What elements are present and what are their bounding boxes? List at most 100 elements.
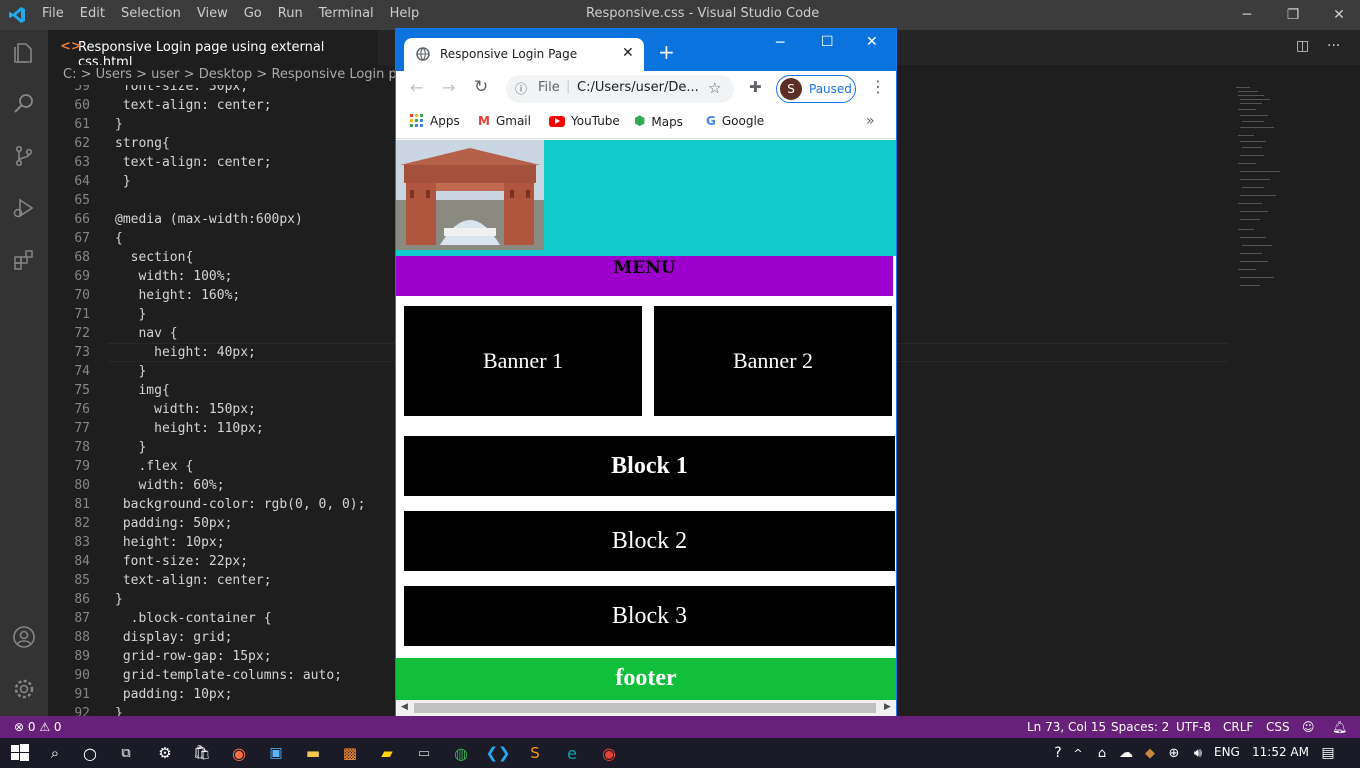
cursor-position[interactable]: Ln 73, Col 15 [1027, 720, 1106, 734]
close-icon[interactable]: ✕ [1316, 0, 1360, 30]
edge-icon[interactable]: e [562, 743, 582, 763]
tray-app-icon[interactable]: ◆ [1140, 743, 1160, 763]
profile-button[interactable]: S Paused [776, 75, 856, 103]
bookmark-label: Apps [430, 114, 460, 128]
chrome-tab[interactable]: Responsive Login Page ✕ [404, 38, 644, 71]
problems-count[interactable]: ⊗ 0 ⚠ 0 [14, 720, 62, 734]
menu-view[interactable]: View [197, 6, 236, 21]
address-bar[interactable]: ⓘ File | C:/Users/user/De... ☆ [506, 75, 734, 103]
block-3: Block 3 [404, 586, 895, 646]
menu-go[interactable]: Go [244, 6, 270, 21]
line-number: 76 [74, 402, 90, 417]
bookmark-youtube[interactable]: YouTube [549, 114, 620, 128]
scroll-right-icon[interactable]: ▶ [884, 702, 891, 712]
split-editor-icon[interactable]: ◫ [1296, 38, 1309, 54]
tray-chevron-icon[interactable]: ^ [1068, 743, 1088, 763]
chrome-menu-icon[interactable]: ⋮ [870, 77, 886, 96]
settings-gear-icon[interactable] [12, 677, 36, 701]
file-explorer-icon[interactable]: ▬ [303, 743, 323, 763]
more-actions-icon[interactable]: ··· [1327, 38, 1340, 54]
youtube-icon [549, 115, 565, 127]
tab-html-file[interactable]: <> Responsive Login page using external … [48, 30, 378, 70]
input-language[interactable]: ENG [1214, 745, 1240, 759]
code-line: width: 100%; [115, 269, 233, 284]
address-scheme: File [538, 80, 560, 95]
sticky-notes-icon[interactable]: ▰ [377, 743, 397, 763]
line-number: 82 [74, 516, 90, 531]
menu-help[interactable]: Help [390, 6, 428, 21]
info-icon[interactable]: ⓘ [515, 80, 527, 97]
bookmark-gmail[interactable]: M Gmail [478, 114, 531, 128]
bookmark-star-icon[interactable]: ☆ [708, 79, 721, 97]
chrome-taskbar-icon[interactable]: ◍ [451, 743, 471, 763]
code-blocks-icon[interactable]: ▩ [340, 743, 360, 763]
line-number: 90 [74, 668, 90, 683]
encoding[interactable]: UTF-8 [1176, 720, 1211, 734]
reload-icon[interactable]: ↻ [474, 77, 488, 97]
menu-run[interactable]: Run [278, 6, 311, 21]
menu-selection[interactable]: Selection [121, 6, 189, 21]
run-debug-icon[interactable] [12, 196, 36, 220]
code-line: } [115, 307, 147, 322]
search-icon[interactable] [12, 92, 36, 116]
windows-start-icon[interactable] [10, 743, 30, 763]
line-number: 85 [74, 573, 90, 588]
settings-icon[interactable]: ⚙ [155, 743, 175, 763]
restore-icon[interactable]: ❐ [1270, 0, 1316, 30]
source-control-icon[interactable] [12, 144, 36, 168]
command-prompt-icon[interactable]: ▭ [414, 743, 434, 763]
editor-scrollbar[interactable] [1348, 85, 1360, 716]
scroll-thumb[interactable] [414, 703, 876, 713]
horizontal-scrollbar[interactable]: ◀ ▶ [396, 700, 896, 716]
menu-file[interactable]: File [42, 6, 72, 21]
chrome-tab-title: Responsive Login Page [440, 47, 578, 61]
forward-arrow-icon[interactable]: → [442, 78, 455, 97]
chrome-close-icon[interactable]: ✕ [866, 34, 878, 50]
end-of-line[interactable]: CRLF [1223, 720, 1253, 734]
banner-2: Banner 2 [654, 306, 892, 416]
notifications-bell-icon[interactable]: 🔔︎ [1332, 720, 1347, 734]
minimize-icon[interactable]: ─ [1224, 0, 1270, 30]
page-footer: footer [396, 658, 896, 700]
bookmark-apps[interactable]: Apps [410, 114, 460, 128]
photos-app-icon[interactable]: ▣ [266, 743, 286, 763]
more-bookmarks-icon[interactable]: » [866, 113, 875, 129]
google-g-icon: G [706, 114, 716, 128]
extensions-icon[interactable] [12, 248, 36, 272]
page-nav[interactable]: MENU [396, 256, 893, 296]
sublime-text-icon[interactable]: S [525, 743, 545, 763]
language-globe-icon[interactable]: ⊕ [1164, 743, 1184, 763]
taskbar-search-icon[interactable]: ⌕ [45, 743, 65, 763]
back-arrow-icon[interactable]: ← [410, 78, 423, 97]
chrome-active-taskbar-icon[interactable]: ◉ [599, 743, 619, 763]
cortana-icon[interactable]: ○ [80, 743, 100, 763]
volume-icon[interactable]: 🔊︎ [1188, 743, 1208, 763]
clock[interactable]: 11:52 AM [1252, 745, 1309, 759]
extensions-puzzle-icon[interactable]: ✚ [749, 78, 762, 96]
task-view-icon[interactable]: ⧉ [116, 743, 136, 763]
store-icon[interactable]: 🛍︎ [192, 743, 212, 763]
minimap[interactable] [1228, 85, 1348, 716]
scroll-left-icon[interactable]: ◀ [401, 702, 408, 712]
line-number: 79 [74, 459, 90, 474]
vscode-taskbar-icon[interactable]: ❮❯ [485, 743, 510, 763]
new-tab-icon[interactable]: + [658, 40, 675, 64]
account-icon[interactable] [12, 625, 36, 649]
onedrive-icon[interactable]: ☁ [1116, 743, 1136, 763]
menu-terminal[interactable]: Terminal [319, 6, 382, 21]
bookmark-maps[interactable]: ⬢ Maps [634, 114, 683, 129]
explorer-icon[interactable] [12, 41, 36, 65]
language-mode[interactable]: CSS [1266, 720, 1290, 734]
media-app-icon[interactable]: ◉ [229, 743, 249, 763]
action-center-icon[interactable]: ▤ [1318, 743, 1338, 763]
chrome-minimize-icon[interactable]: ─ [776, 35, 784, 51]
bookmark-label: YouTube [571, 114, 620, 128]
tab-close-icon[interactable]: ✕ [622, 45, 634, 61]
bookmark-google[interactable]: G Google [706, 114, 764, 128]
network-icon[interactable]: ⌂ [1092, 743, 1112, 763]
feedback-icon[interactable]: ☺ [1302, 720, 1315, 734]
indentation[interactable]: Spaces: 2 [1111, 720, 1169, 734]
chrome-maximize-icon[interactable]: ☐ [821, 34, 834, 50]
help-icon[interactable]: ? [1048, 743, 1068, 763]
menu-edit[interactable]: Edit [80, 6, 113, 21]
